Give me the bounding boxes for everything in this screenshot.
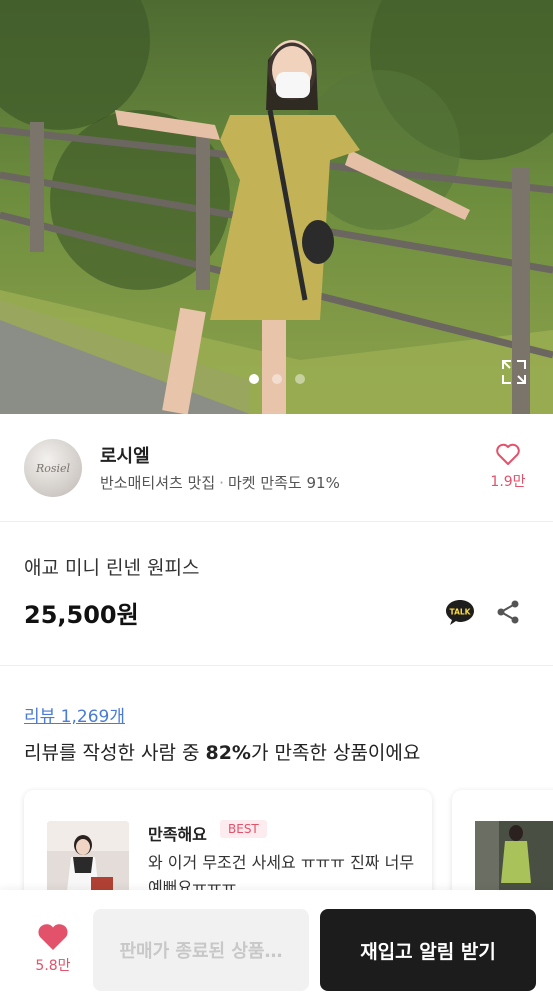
- product-like-button[interactable]: 5.8만: [30, 922, 76, 975]
- product-photo: [0, 0, 553, 414]
- seller-description: 반소매티셔츠 맛집 · 마켓 만족도 91%: [100, 472, 340, 493]
- expand-icon[interactable]: [500, 358, 528, 386]
- seller-name[interactable]: 로시엘: [100, 442, 150, 468]
- seller-like-button[interactable]: 1.9만: [486, 442, 530, 491]
- product-like-count: 5.8만: [35, 958, 71, 974]
- carousel-dot-2[interactable]: [271, 374, 282, 384]
- talk-label: TALK: [450, 608, 472, 617]
- share-icon[interactable]: [496, 599, 520, 625]
- best-badge: BEST: [220, 820, 267, 838]
- seller-row[interactable]: Rosiel 로시엘 반소매티셔츠 맛집 · 마켓 만족도 91% 1.9만: [0, 414, 553, 522]
- seller-avatar[interactable]: Rosiel: [24, 439, 82, 497]
- review-summary-suffix: 가 만족한 상품이에요: [250, 742, 421, 764]
- product-image-carousel[interactable]: [0, 0, 553, 414]
- sold-out-button: 판매가 종료된 상품…: [93, 909, 309, 991]
- review-thumbnail-next: [475, 821, 553, 893]
- review-satisfaction-percent: 82%: [205, 742, 251, 764]
- review-rating-title: 만족해요: [148, 825, 207, 844]
- product-price: 25,500원: [24, 601, 139, 629]
- review-summary-prefix: 리뷰를 작성한 사람 중: [24, 742, 206, 764]
- seller-tagline: 반소매티셔츠 맛집: [100, 474, 216, 492]
- bottom-action-bar: 5.8만 판매가 종료된 상품… 재입고 알림 받기: [0, 890, 553, 1006]
- heart-filled-icon: [38, 924, 68, 950]
- separator-dot: ·: [219, 474, 224, 492]
- heart-outline-icon: [496, 443, 520, 465]
- market-satisfaction: 마켓 만족도 91%: [227, 474, 340, 492]
- carousel-dot-1[interactable]: [248, 374, 259, 384]
- product-info: 애교 미니 린넨 원피스 25,500원 TALK: [0, 523, 553, 666]
- seller-like-count: 1.9만: [490, 474, 526, 490]
- seller-avatar-logo: Rosiel: [35, 461, 71, 475]
- product-name: 애교 미니 린넨 원피스: [24, 557, 200, 579]
- carousel-dots: [0, 374, 553, 384]
- review-count-link[interactable]: 리뷰 1,269개: [24, 702, 125, 727]
- review-summary: 리뷰를 작성한 사람 중 82%가 만족한 상품이에요: [24, 738, 420, 765]
- talk-chat-icon[interactable]: TALK: [444, 598, 476, 626]
- carousel-dot-3[interactable]: [294, 374, 305, 384]
- restock-alert-button[interactable]: 재입고 알림 받기: [320, 909, 536, 991]
